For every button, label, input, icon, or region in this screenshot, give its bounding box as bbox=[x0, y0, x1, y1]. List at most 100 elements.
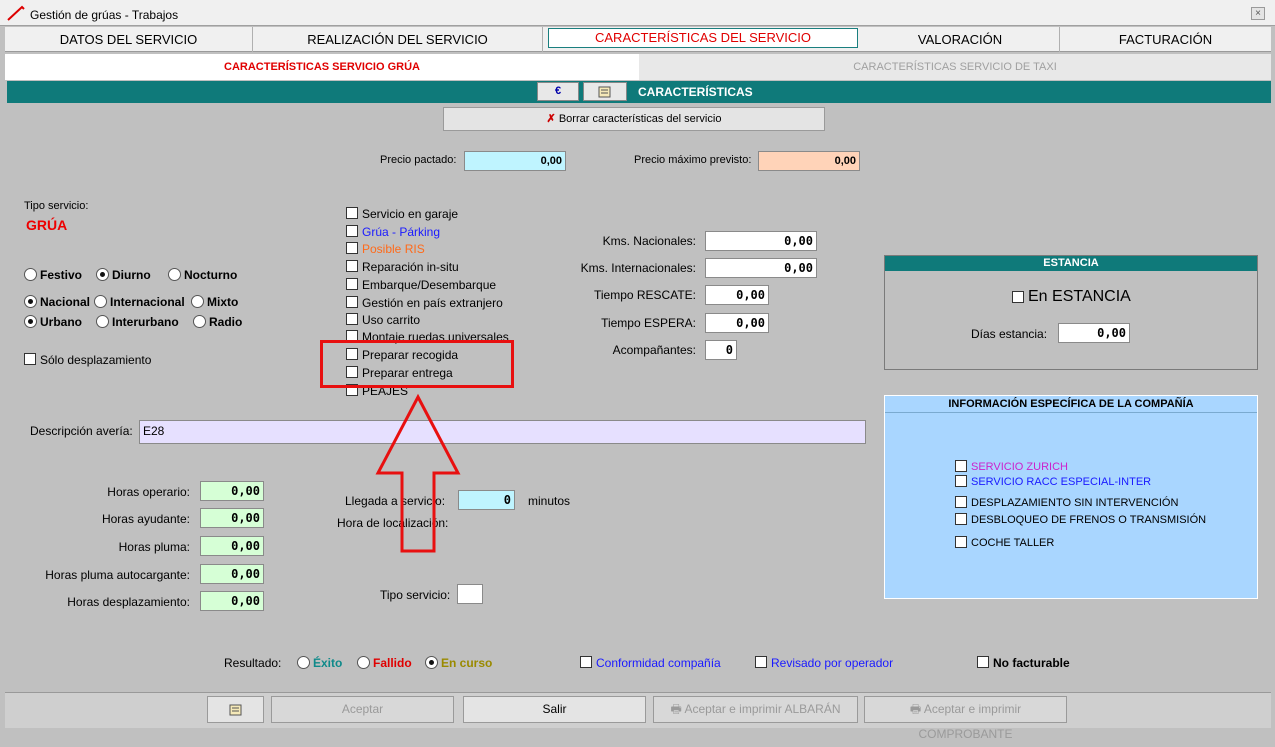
max-price-field[interactable]: 0,00 bbox=[758, 151, 860, 171]
service-type-value: GRÚA bbox=[26, 217, 68, 233]
window-titlebar: Gestión de grúas - Trabajos × bbox=[0, 0, 1275, 26]
print-albaran-button[interactable]: 🖶 Aceptar e imprimir ALBARÁN bbox=[653, 696, 858, 723]
nacional-radio[interactable] bbox=[24, 295, 37, 308]
company-label: DESPLAZAMIENTO SIN INTERVENCIÓN bbox=[971, 497, 1179, 509]
clear-characteristics-button[interactable]: ✗ Borrar características del servicio bbox=[443, 107, 825, 131]
tab-datos-servicio[interactable]: DATOS DEL SERVICIO bbox=[5, 27, 253, 52]
internacional-label: Internacional bbox=[110, 295, 185, 309]
kms-nacionales-field[interactable]: 0,00 bbox=[705, 231, 817, 251]
hours-label: Horas pluma: bbox=[118, 540, 190, 554]
agreed-price-field[interactable]: 0,00 bbox=[464, 151, 566, 171]
company-checkbox[interactable] bbox=[955, 496, 967, 508]
checklist-checkbox[interactable] bbox=[346, 207, 358, 219]
urbano-radio[interactable] bbox=[24, 315, 37, 328]
nocturno-label: Nocturno bbox=[184, 268, 238, 282]
arrival-unit: minutos bbox=[528, 494, 571, 508]
checklist-label: Posible RIS bbox=[362, 242, 425, 256]
checklist-label: Reparación in-situ bbox=[362, 260, 459, 274]
checklist-checkbox[interactable] bbox=[346, 260, 358, 272]
company-checkbox[interactable] bbox=[955, 460, 967, 472]
estancia-days-field[interactable]: 0,00 bbox=[1058, 323, 1130, 343]
en-curso-radio[interactable] bbox=[425, 656, 438, 669]
hours-label: Horas desplazamiento: bbox=[67, 595, 190, 609]
subtab-grua[interactable]: CARACTERÍSTICAS SERVICIO GRÚA bbox=[5, 54, 639, 80]
revisado-checkbox[interactable] bbox=[755, 656, 767, 668]
hours-field[interactable]: 0,00 bbox=[200, 481, 264, 501]
conformidad-label: Conformidad compañía bbox=[596, 656, 721, 670]
tiempo-rescate-label: Tiempo RESCATE: bbox=[593, 288, 696, 302]
checklist-checkbox[interactable] bbox=[346, 242, 358, 254]
festivo-label: Festivo bbox=[40, 268, 83, 282]
hours-field[interactable]: 0,00 bbox=[200, 536, 264, 556]
kms-internacionales-field[interactable]: 0,00 bbox=[705, 258, 817, 278]
exito-label: Éxito bbox=[313, 656, 343, 670]
estancia-title: ESTANCIA bbox=[885, 256, 1257, 271]
print-comprobante-button[interactable]: 🖶 Aceptar e imprimir COMPROBANTE bbox=[864, 696, 1067, 741]
hours-field[interactable]: 0,00 bbox=[200, 564, 264, 584]
estancia-checkbox-label: En ESTANCIA bbox=[1028, 288, 1131, 305]
nocturno-radio[interactable] bbox=[168, 268, 181, 281]
mixto-radio[interactable] bbox=[191, 295, 204, 308]
hours-field[interactable]: 0,00 bbox=[200, 508, 264, 528]
tab-caracteristicas-servicio[interactable]: CARACTERÍSTICAS DEL SERVICIO bbox=[548, 28, 858, 48]
festivo-radio[interactable] bbox=[24, 268, 37, 281]
print-albaran-label: Aceptar e imprimir ALBARÁN bbox=[684, 702, 841, 716]
tipo-servicio-small-field[interactable] bbox=[457, 584, 483, 604]
company-label: DESBLOQUEO DE FRENOS O TRANSMISIÓN bbox=[971, 514, 1207, 526]
company-checkbox[interactable] bbox=[955, 513, 967, 525]
acompanantes-field[interactable]: 0 bbox=[705, 340, 737, 360]
description-field[interactable]: E28 bbox=[139, 420, 866, 444]
subtab-taxi[interactable]: CARACTERÍSTICAS SERVICIO DE TAXI bbox=[639, 54, 1271, 80]
tiempo-rescate-field[interactable]: 0,00 bbox=[705, 285, 769, 305]
highlight-box bbox=[320, 340, 514, 388]
checklist-checkbox[interactable] bbox=[346, 225, 358, 237]
notes-button[interactable] bbox=[583, 82, 627, 101]
close-icon[interactable]: × bbox=[1251, 7, 1265, 20]
urbano-label: Urbano bbox=[40, 315, 82, 329]
app-crane-icon bbox=[7, 5, 25, 21]
accept-button[interactable]: Aceptar bbox=[271, 696, 454, 723]
hours-field[interactable]: 0,00 bbox=[200, 591, 264, 611]
estancia-checkbox[interactable] bbox=[1012, 291, 1024, 303]
interurbano-label: Interurbano bbox=[112, 315, 179, 329]
checklist-label: Servicio en garaje bbox=[362, 207, 459, 221]
company-info-panel: INFORMACIÓN ESPECÍFICA DE LA COMPAÑÍA SE… bbox=[884, 395, 1258, 599]
checklist-label: Gestión en país extranjero bbox=[362, 296, 503, 310]
only-displacement-checkbox[interactable] bbox=[24, 353, 36, 365]
interurbano-radio[interactable] bbox=[96, 315, 109, 328]
checklist-checkbox[interactable] bbox=[346, 278, 358, 290]
company-info-title: INFORMACIÓN ESPECÍFICA DE LA COMPAÑÍA bbox=[885, 396, 1257, 413]
hours-label: Horas pluma autocargante: bbox=[45, 568, 190, 582]
tab-facturacion[interactable]: FACTURACIÓN bbox=[1060, 27, 1271, 52]
euro-button[interactable]: € bbox=[537, 82, 579, 101]
tab-realizacion-servicio[interactable]: REALIZACIÓN DEL SERVICIO bbox=[253, 27, 543, 52]
company-label: SERVICIO RACC ESPECIAL-INTER bbox=[971, 476, 1152, 488]
internacional-radio[interactable] bbox=[94, 295, 107, 308]
exito-radio[interactable] bbox=[297, 656, 310, 669]
diurno-label: Diurno bbox=[112, 268, 151, 282]
clear-characteristics-label: Borrar características del servicio bbox=[558, 113, 722, 125]
radio-radio[interactable] bbox=[193, 315, 206, 328]
result-label: Resultado: bbox=[224, 656, 282, 670]
company-checkbox[interactable] bbox=[955, 536, 967, 548]
diurno-radio[interactable] bbox=[96, 268, 109, 281]
no-facturable-checkbox[interactable] bbox=[977, 656, 989, 668]
notes-bottom-button[interactable] bbox=[207, 696, 264, 723]
checklist-label: Grúa - Párking bbox=[362, 225, 441, 239]
checklist-checkbox[interactable] bbox=[346, 296, 358, 308]
kms-nacionales-label: Kms. Nacionales: bbox=[602, 234, 696, 248]
max-price-label: Precio máximo previsto: bbox=[634, 154, 752, 166]
exit-button[interactable]: Salir bbox=[463, 696, 646, 723]
tiempo-espera-field[interactable]: 0,00 bbox=[705, 313, 769, 333]
hours-label: Horas operario: bbox=[107, 485, 190, 499]
arrival-field[interactable]: 0 bbox=[458, 490, 515, 510]
tab-valoracion[interactable]: VALORACIÓN bbox=[861, 27, 1060, 52]
company-checkbox[interactable] bbox=[955, 475, 967, 487]
checklist-label: Embarque/Desembarque bbox=[362, 278, 497, 292]
fallido-radio[interactable] bbox=[357, 656, 370, 669]
no-facturable-label: No facturable bbox=[993, 656, 1070, 670]
checklist-checkbox[interactable] bbox=[346, 313, 358, 325]
tipo-servicio-small-label: Tipo servicio: bbox=[380, 588, 451, 602]
conformidad-checkbox[interactable] bbox=[580, 656, 592, 668]
en-curso-label: En curso bbox=[441, 656, 493, 670]
